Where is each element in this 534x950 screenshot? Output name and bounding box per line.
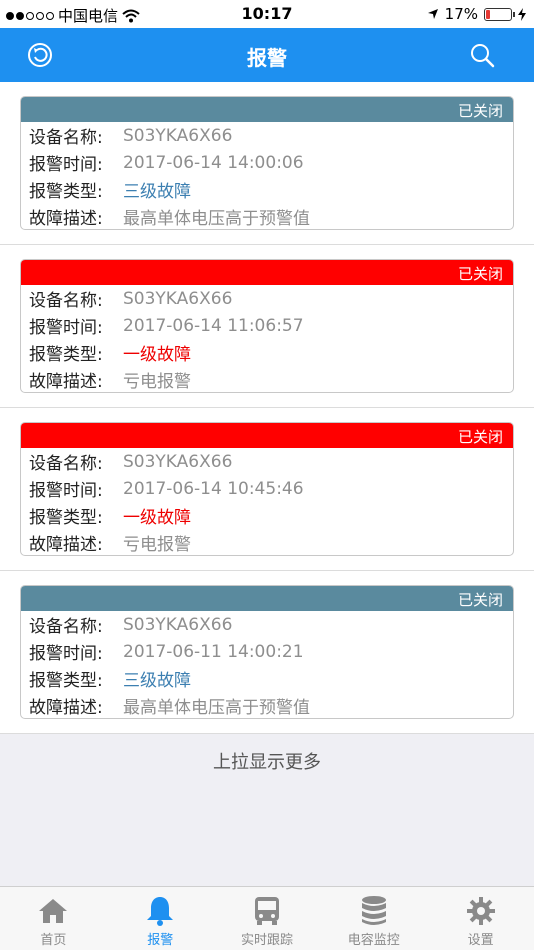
fault-desc-label: 故障描述: [29,372,103,392]
alarm-item[interactable]: 已关闭 设备名称: S03YKA6X66 报警时间: 2017-06-11 14:0… [0,571,534,734]
tab-tracking-label: 实时跟踪 [240,933,293,948]
alarm-type-row: 报警类型: 三级故障 [21,665,513,692]
device-name-value: S03YKA6X66 [123,288,233,309]
battery-level [486,9,491,19]
alarm-type-value: 一级故障 [123,345,191,365]
alarm-item[interactable]: 已关闭 设备名称: S03YKA6X66 报警时间: 2017-06-14 14:0… [0,82,534,245]
alarm-status-header: 已关闭 [21,586,513,611]
fault-desc-label: 故障描述: [29,698,103,718]
device-name-row: 设备名称: S03YKA6X66 [21,122,513,149]
home-icon [36,895,70,927]
bell-icon [143,895,177,927]
alarm-status-header: 已关闭 [21,423,513,448]
device-name-row: 设备名称: S03YKA6X66 [21,448,513,475]
alarm-type-row: 报警类型: 一级故障 [21,502,513,529]
alarm-time-label: 报警时间: [29,155,103,175]
alarm-status: 已关闭 [457,265,503,283]
device-name-value: S03YKA6X66 [123,125,233,146]
battery-icon [484,7,515,21]
fault-desc-value: 亏电报警 [123,372,191,392]
alarm-status-header: 已关闭 [21,260,513,285]
fault-desc-label: 故障描述: [29,209,103,229]
device-name-label: 设备名称: [29,128,103,148]
alarm-status: 已关闭 [457,428,503,446]
fault-desc-value: 最高单体电压高于预警值 [123,209,310,229]
alarm-time-label: 报警时间: [29,644,103,664]
alarm-time-row: 报警时间: 2017-06-14 11:06:57 [21,312,513,339]
tab-alarm[interactable]: 报警 [107,887,214,950]
fault-desc-value: 亏电报警 [123,535,191,555]
page-title: 报警 [247,46,287,70]
alarm-type-row: 报警类型: 一级故障 [21,339,513,366]
status-right: 17% [427,5,526,23]
nav-bar: 报警 [0,28,534,82]
alarm-type-row: 报警类型: 三级故障 [21,176,513,203]
alarm-time-value: 2017-06-14 10:45:46 [123,478,304,499]
alarm-time-value: 2017-06-14 11:06:57 [123,315,304,336]
device-name-label: 设备名称: [29,291,103,311]
alarm-card[interactable]: 已关闭 设备名称: S03YKA6X66 报警时间: 2017-06-14 14:0… [20,96,514,230]
location-arrow-icon [427,9,438,19]
alarm-type-label: 报警类型: [29,345,103,365]
device-name-label: 设备名称: [29,454,103,474]
fault-desc-row: 故障描述: 亏电报警 [21,529,513,555]
alarm-type-label: 报警类型: [29,671,103,691]
device-name-row: 设备名称: S03YKA6X66 [21,611,513,638]
load-more-label: 上拉显示更多 [213,752,321,773]
alarm-type-label: 报警类型: [29,508,103,528]
alarm-type-value: 三级故障 [123,671,191,691]
alarm-type-value: 一级故障 [123,508,191,528]
database-icon [357,895,391,927]
tab-capacitor-label: 电容监控 [347,933,400,948]
gear-icon [464,895,498,927]
fault-desc-row: 故障描述: 最高单体电压高于预警值 [21,203,513,229]
alarm-card[interactable]: 已关闭 设备名称: S03YKA6X66 报警时间: 2017-06-14 11:0… [20,259,514,393]
bus-icon [250,895,284,927]
fault-desc-value: 最高单体电压高于预警值 [123,698,310,718]
alarm-time-value: 2017-06-14 14:00:06 [123,152,304,173]
charging-icon [518,7,526,21]
tab-bar: 首页 报警 实时跟踪 电容监控 设置 [0,886,534,950]
battery-percent: 17% [444,5,478,23]
tab-settings-label: 设置 [467,933,494,948]
search-icon [471,44,495,68]
status-bar: 中国电信 10:17 17% [0,0,534,28]
search-button[interactable] [466,39,498,71]
tab-tracking[interactable]: 实时跟踪 [214,887,321,950]
alarm-list[interactable]: 已关闭 设备名称: S03YKA6X66 报警时间: 2017-06-14 14:0… [0,82,534,734]
alarm-type-value: 三级故障 [123,182,191,202]
alarm-item[interactable]: 已关闭 设备名称: S03YKA6X66 报警时间: 2017-06-14 10:4… [0,408,534,571]
alarm-time-row: 报警时间: 2017-06-14 10:45:46 [21,475,513,502]
alarm-card[interactable]: 已关闭 设备名称: S03YKA6X66 报警时间: 2017-06-11 14:0… [20,585,514,719]
device-name-value: S03YKA6X66 [123,614,233,635]
alarm-type-label: 报警类型: [29,182,103,202]
alarm-status: 已关闭 [457,102,503,120]
device-name-label: 设备名称: [29,617,103,637]
tab-home-label: 首页 [40,933,67,948]
tab-capacitor[interactable]: 电容监控 [320,887,427,950]
alarm-status-header: 已关闭 [21,97,513,122]
alarm-status: 已关闭 [457,591,503,609]
device-name-value: S03YKA6X66 [123,451,233,472]
alarm-time-row: 报警时间: 2017-06-11 14:00:21 [21,638,513,665]
fault-desc-row: 故障描述: 亏电报警 [21,366,513,392]
alarm-item[interactable]: 已关闭 设备名称: S03YKA6X66 报警时间: 2017-06-14 11:0… [0,245,534,408]
tab-alarm-label: 报警 [147,933,174,948]
alarm-card[interactable]: 已关闭 设备名称: S03YKA6X66 报警时间: 2017-06-14 10:4… [20,422,514,556]
alarm-time-label: 报警时间: [29,318,103,338]
alarm-time-value: 2017-06-11 14:00:21 [123,641,304,662]
fault-desc-label: 故障描述: [29,535,103,555]
alarm-time-row: 报警时间: 2017-06-14 14:00:06 [21,149,513,176]
alarm-time-label: 报警时间: [29,481,103,501]
fault-desc-row: 故障描述: 最高单体电压高于预警值 [21,692,513,718]
load-more-area[interactable]: 上拉显示更多 [0,734,534,886]
tab-settings[interactable]: 设置 [427,887,534,950]
tab-home[interactable]: 首页 [0,887,107,950]
device-name-row: 设备名称: S03YKA6X66 [21,285,513,312]
